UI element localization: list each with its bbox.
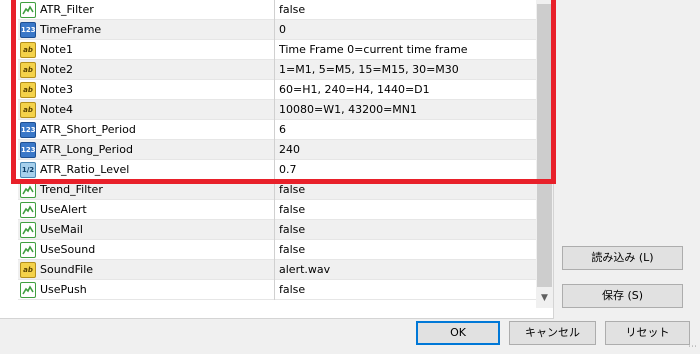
parameter-value[interactable]: false: [279, 220, 536, 240]
parameter-row[interactable]: UseMail false: [18, 220, 536, 240]
parameter-name-cell: 123 TimeFrame: [18, 20, 275, 40]
string-icon: ab: [20, 82, 36, 98]
parameter-name: Note2: [40, 63, 74, 76]
string-icon: ab: [20, 262, 36, 278]
parameter-value[interactable]: 0.7: [279, 160, 536, 180]
parameter-value[interactable]: false: [279, 0, 536, 20]
parameter-name-cell: 1/2 ATR_Ratio_Level: [18, 160, 275, 180]
parameter-name-cell: Trend_Filter: [18, 180, 275, 200]
parameter-name-cell: ab Note2: [18, 60, 275, 80]
parameter-name: TimeFrame: [40, 23, 102, 36]
parameter-row[interactable]: UseSound false: [18, 240, 536, 260]
parameter-name: ATR_Ratio_Level: [40, 163, 130, 176]
save-button[interactable]: 保存 (S): [562, 284, 683, 308]
parameter-row[interactable]: ab Note1 Time Frame 0=current time frame: [18, 40, 536, 60]
parameter-name-cell: ab SoundFile: [18, 260, 275, 280]
parameter-value[interactable]: 10080=W1, 43200=MN1: [279, 100, 536, 120]
parameter-name: Note1: [40, 43, 74, 56]
parameter-name-cell: ab Note4: [18, 100, 275, 120]
bool-icon: [20, 222, 36, 238]
parameter-value[interactable]: false: [279, 200, 536, 220]
parameter-name: Note4: [40, 103, 74, 116]
parameter-row[interactable]: Trend_Filter false: [18, 180, 536, 200]
parameter-value[interactable]: false: [279, 280, 536, 300]
parameters-grid: ATR_Filter false 123 TimeFrame 0 ab Note1 Time …: [18, 0, 536, 300]
parameter-name: SoundFile: [40, 263, 94, 276]
parameter-value[interactable]: 240: [279, 140, 536, 160]
parameter-name-cell: 123 ATR_Long_Period: [18, 140, 275, 160]
parameter-value[interactable]: 0: [279, 20, 536, 40]
bool-icon: [20, 282, 36, 298]
ok-button[interactable]: OK: [416, 321, 500, 345]
parameter-name: UsePush: [40, 283, 87, 296]
parameter-value[interactable]: 6: [279, 120, 536, 140]
parameter-value[interactable]: false: [279, 240, 536, 260]
parameter-row[interactable]: 1/2 ATR_Ratio_Level 0.7: [18, 160, 536, 180]
parameter-row[interactable]: ab Note2 1=M1, 5=M5, 15=M15, 30=M30: [18, 60, 536, 80]
parameter-row[interactable]: 123 TimeFrame 0: [18, 20, 536, 40]
int-icon: 123: [20, 142, 36, 158]
string-icon: ab: [20, 62, 36, 78]
parameter-row[interactable]: ab Note3 60=H1, 240=H4, 1440=D1: [18, 80, 536, 100]
int-icon: 123: [20, 22, 36, 38]
parameters-panel: ATR_Filter false 123 TimeFrame 0 ab Note1 Time …: [0, 0, 556, 319]
bool-icon: [20, 242, 36, 258]
parameter-name: UseMail: [40, 223, 83, 236]
cancel-button[interactable]: キャンセル: [509, 321, 596, 345]
parameter-value[interactable]: Time Frame 0=current time frame: [279, 40, 536, 60]
parameter-row[interactable]: UsePush false: [18, 280, 536, 300]
bool-icon: [20, 182, 36, 198]
parameter-name-cell: UseMail: [18, 220, 275, 240]
parameter-name-cell: ab Note1: [18, 40, 275, 60]
parameter-name-cell: UsePush: [18, 280, 275, 300]
parameter-row[interactable]: ab Note4 10080=W1, 43200=MN1: [18, 100, 536, 120]
double-icon: 1/2: [20, 162, 36, 178]
parameter-row[interactable]: UseAlert false: [18, 200, 536, 220]
parameter-name-cell: ab Note3: [18, 80, 275, 100]
parameter-row[interactable]: ab SoundFile alert.wav: [18, 260, 536, 280]
reset-button[interactable]: リセット: [605, 321, 690, 345]
parameter-value[interactable]: false: [279, 180, 536, 200]
parameter-value[interactable]: alert.wav: [279, 260, 536, 280]
parameter-value[interactable]: 1=M1, 5=M5, 15=M15, 30=M30: [279, 60, 536, 80]
int-icon: 123: [20, 122, 36, 138]
bool-icon: [20, 202, 36, 218]
parameter-name: ATR_Filter: [40, 3, 94, 16]
resize-grip-icon[interactable]: ⋯: [688, 342, 699, 353]
parameter-row[interactable]: 123 ATR_Short_Period 6: [18, 120, 536, 140]
parameter-name-cell: ATR_Filter: [18, 0, 275, 20]
parameter-name: Note3: [40, 83, 74, 96]
parameter-row[interactable]: 123 ATR_Long_Period 240: [18, 140, 536, 160]
parameter-name: ATR_Long_Period: [40, 143, 133, 156]
parameter-name: UseSound: [40, 243, 96, 256]
parameter-name: Trend_Filter: [40, 183, 103, 196]
string-icon: ab: [20, 102, 36, 118]
bool-icon: [20, 2, 36, 18]
load-button[interactable]: 読み込み (L): [562, 246, 683, 270]
vertical-scrollbar[interactable]: ▼: [536, 0, 553, 308]
parameter-name-cell: 123 ATR_Short_Period: [18, 120, 275, 140]
parameter-name-cell: UseSound: [18, 240, 275, 260]
parameter-name: ATR_Short_Period: [40, 123, 136, 136]
scroll-down-arrow-icon[interactable]: ▼: [536, 290, 553, 307]
parameter-row[interactable]: ATR_Filter false: [18, 0, 536, 20]
parameter-value[interactable]: 60=H1, 240=H4, 1440=D1: [279, 80, 536, 100]
parameter-name: UseAlert: [40, 203, 87, 216]
parameter-name-cell: UseAlert: [18, 200, 275, 220]
string-icon: ab: [20, 42, 36, 58]
scrollbar-thumb[interactable]: [537, 4, 552, 287]
